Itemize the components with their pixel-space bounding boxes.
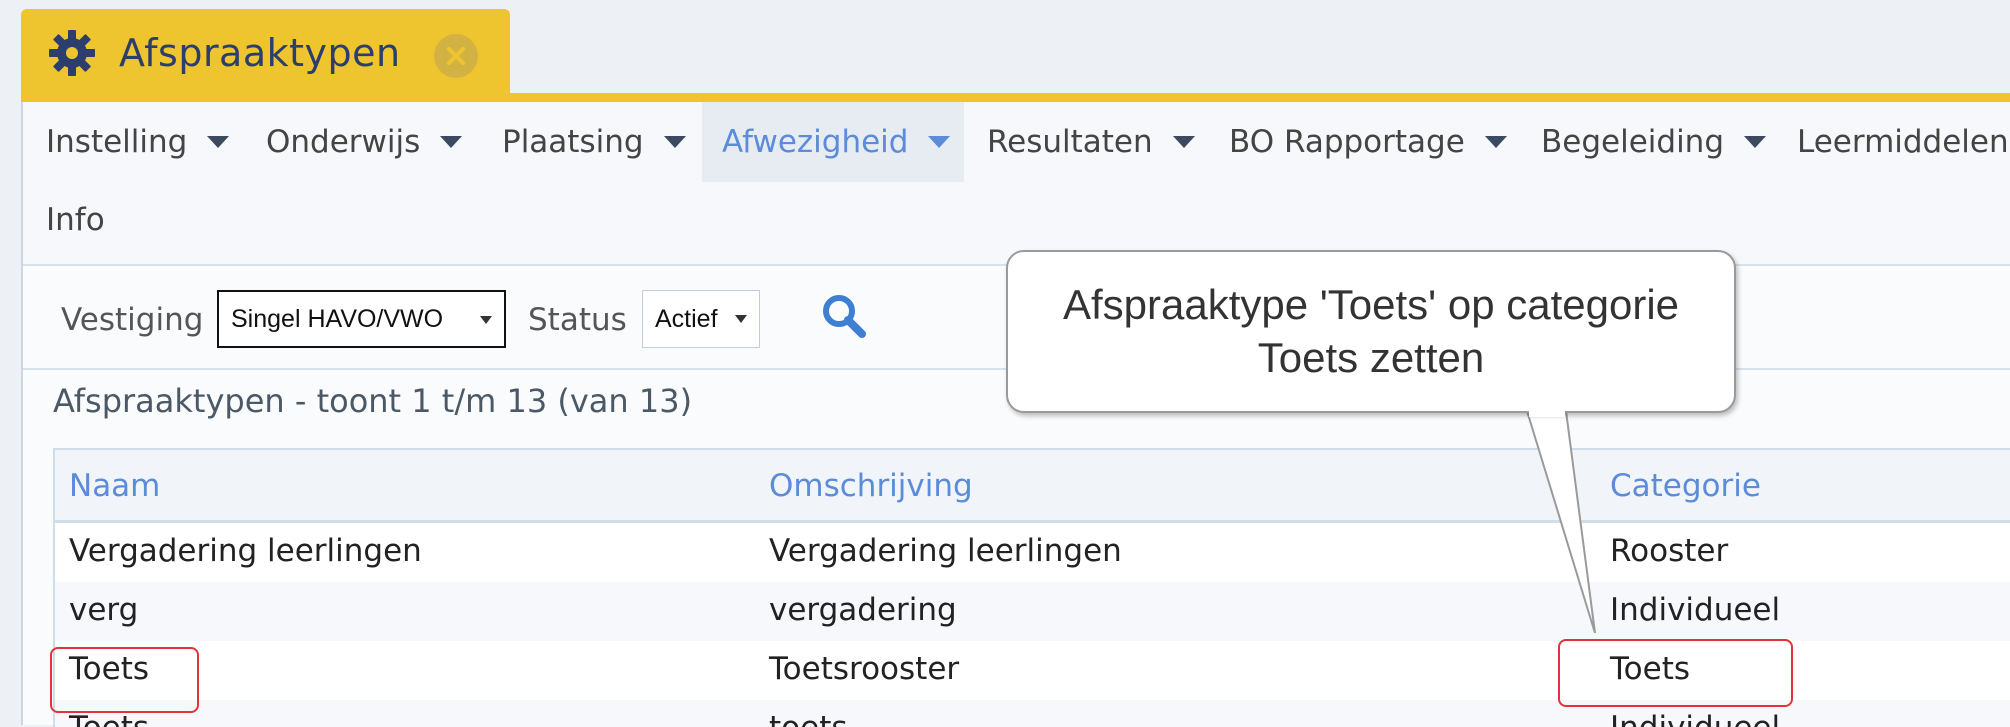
menu-label: Afwezigheid	[722, 124, 909, 160]
tab-title: Afspraaktypen	[119, 31, 401, 75]
cell-categorie: Individueel	[1610, 710, 1780, 727]
highlight-categorie-toets	[1558, 639, 1793, 707]
main-menu: Instelling Onderwijs Plaatsing Afwezighe…	[23, 102, 2010, 266]
table-row[interactable]: verg vergadering Individueel	[55, 582, 2010, 641]
menu-item-resultaten[interactable]: Resultaten	[987, 102, 1195, 182]
cell-naam: Vergadering leerlingen	[69, 533, 422, 569]
list-title: Afspraaktypen - toont 1 t/m 13 (van 13)	[53, 382, 693, 420]
caret-down-icon	[1744, 136, 1767, 148]
column-header-naam[interactable]: Naam	[69, 468, 160, 504]
close-circle-icon[interactable]	[434, 34, 478, 78]
status-label: Status	[528, 302, 627, 338]
dropdown-arrow-icon	[480, 316, 492, 324]
menu-label: Leermiddelen	[1797, 124, 2009, 160]
menu-label: Plaatsing	[502, 124, 644, 160]
cell-categorie: Rooster	[1610, 533, 1729, 569]
menu-label: BO Rapportage	[1229, 124, 1465, 160]
vestiging-select[interactable]: Singel HAVO/VWO	[217, 290, 506, 348]
cell-omschrijving: vergadering	[769, 592, 957, 628]
menu-label: Info	[46, 202, 105, 238]
dropdown-arrow-icon	[735, 315, 747, 323]
menu-item-begeleiding[interactable]: Begeleiding	[1541, 102, 1767, 182]
menu-item-afwezigheid[interactable]: Afwezigheid	[702, 102, 964, 182]
menu-label: Instelling	[46, 124, 188, 160]
cell-omschrijving: toets	[769, 710, 848, 727]
highlight-naam-toets	[50, 647, 199, 713]
cell-omschrijving: Toetsrooster	[769, 651, 960, 687]
menu-label: Resultaten	[987, 124, 1153, 160]
cell-omschrijving: Vergadering leerlingen	[769, 533, 1122, 569]
main-panel: Instelling Onderwijs Plaatsing Afwezighe…	[21, 102, 2010, 727]
caret-down-icon	[1172, 136, 1195, 148]
caret-down-icon	[663, 136, 686, 148]
status-select[interactable]: Actief	[642, 290, 760, 348]
caret-down-icon	[1484, 136, 1507, 148]
caret-down-icon	[207, 136, 230, 148]
menu-item-leermiddelen[interactable]: Leermiddelen	[1797, 102, 2009, 182]
search-icon[interactable]	[820, 292, 868, 340]
vestiging-label: Vestiging	[61, 302, 204, 338]
gear-icon	[47, 28, 97, 78]
menu-item-plaatsing[interactable]: Plaatsing	[502, 102, 686, 182]
tab-underline	[21, 93, 2010, 102]
status-value: Actief	[655, 304, 718, 333]
table-row[interactable]: Vergadering leerlingen Vergadering leerl…	[55, 523, 2010, 582]
tab-afspraaktypen[interactable]: Afspraaktypen	[21, 9, 510, 97]
callout-text: Afspraaktype 'Toets' op categorie Toets …	[1062, 281, 1680, 381]
cell-naam: verg	[69, 592, 139, 628]
menu-label: Begeleiding	[1541, 124, 1725, 160]
menu-item-info[interactable]: Info	[46, 180, 105, 260]
menu-item-bo-rapportage[interactable]: BO Rapportage	[1229, 102, 1507, 182]
caret-down-icon	[928, 136, 951, 148]
cell-categorie: Individueel	[1610, 592, 1781, 628]
annotation-callout: Afspraaktype 'Toets' op categorie Toets …	[1006, 250, 1736, 413]
table-header: Naam Omschrijving Categorie	[55, 450, 2010, 523]
menu-item-instelling[interactable]: Instelling	[46, 102, 230, 182]
column-header-omschrijving[interactable]: Omschrijving	[769, 468, 973, 504]
menu-item-onderwijs[interactable]: Onderwijs	[266, 102, 463, 182]
column-header-categorie[interactable]: Categorie	[1610, 468, 1761, 504]
menu-label: Onderwijs	[266, 124, 421, 160]
caret-down-icon	[440, 136, 463, 148]
vestiging-value: Singel HAVO/VWO	[231, 304, 444, 333]
